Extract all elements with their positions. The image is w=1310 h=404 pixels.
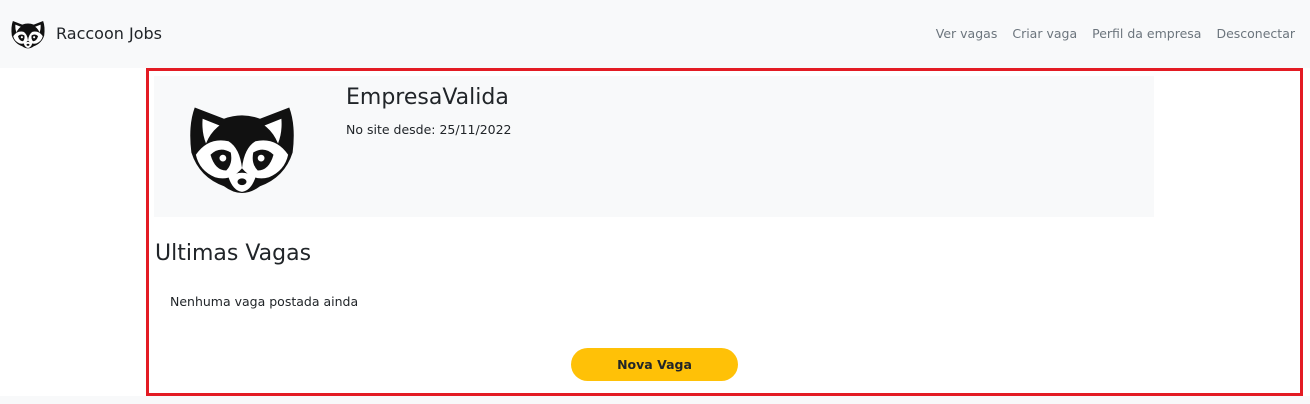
nav-link-ver-vagas[interactable]: Ver vagas <box>936 24 998 44</box>
nav-links: Ver vagas Criar vaga Perfil da empresa D… <box>936 24 1295 44</box>
nav-link-desconectar[interactable]: Desconectar <box>1216 24 1295 44</box>
raccoon-logo-icon <box>11 21 45 49</box>
brand-name: Raccoon Jobs <box>56 24 162 43</box>
new-job-button[interactable]: Nova Vaga <box>571 348 738 381</box>
company-profile-section: EmpresaValida No site desde: 25/11/2022 … <box>146 68 1303 396</box>
empty-jobs-message: Nenhuma vaga postada ainda <box>170 294 359 309</box>
top-navbar: Raccoon Jobs Ver vagas Criar vaga Perfil… <box>0 0 1310 68</box>
raccoon-logo-icon <box>190 107 294 193</box>
nav-link-criar-vaga[interactable]: Criar vaga <box>1012 24 1077 44</box>
footer-strip <box>0 396 1310 404</box>
brand-link[interactable]: Raccoon Jobs <box>10 16 162 52</box>
member-since-text: No site desde: 25/11/2022 <box>346 122 512 137</box>
company-name: EmpresaValida <box>346 85 509 110</box>
profile-card: EmpresaValida No site desde: 25/11/2022 <box>154 76 1154 217</box>
latest-jobs-title: Ultimas Vagas <box>155 241 312 266</box>
nav-link-perfil-empresa[interactable]: Perfil da empresa <box>1092 24 1201 44</box>
